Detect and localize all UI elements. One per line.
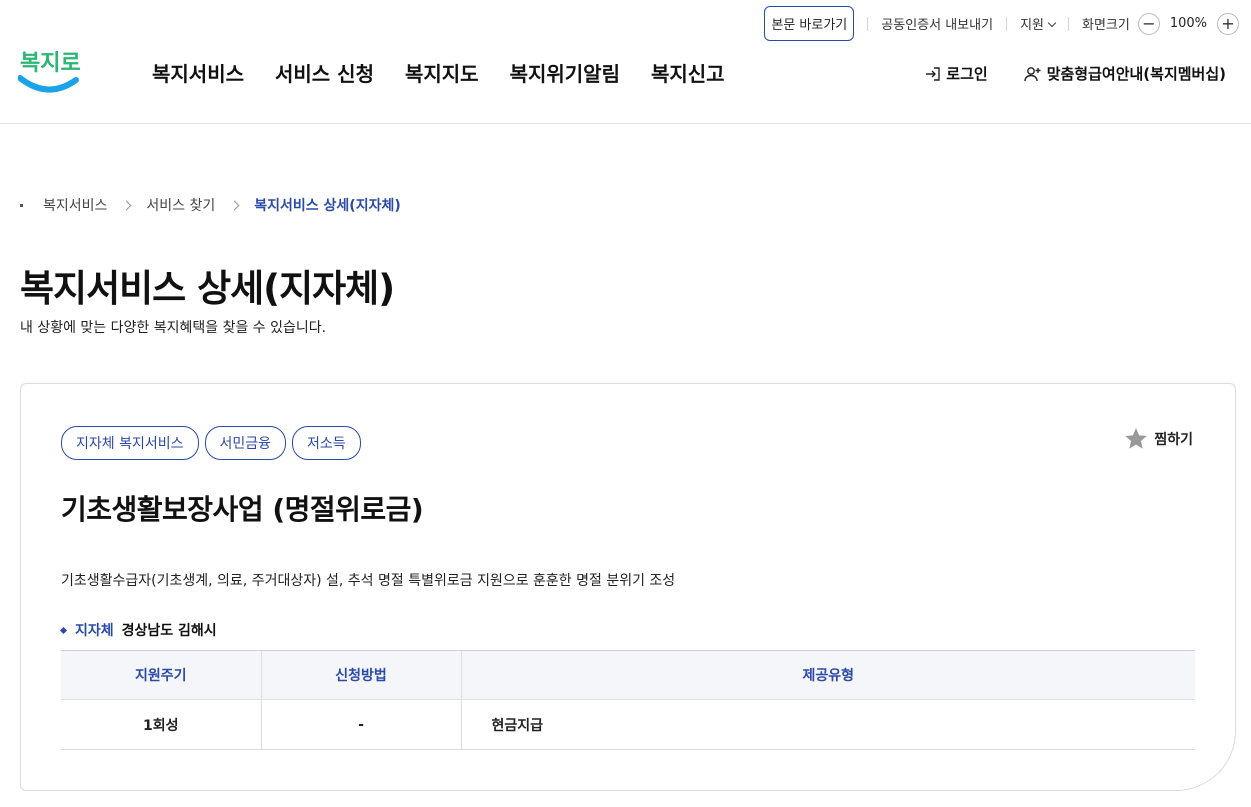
divider — [1067, 16, 1069, 31]
table-header-method: 신청방법 — [260, 650, 461, 700]
membership-label: 맞춤형급여안내(복지멤버십) — [1046, 65, 1226, 83]
diamond-bullet-icon — [59, 626, 68, 634]
support-label: 지원 — [1020, 18, 1044, 33]
nav-service-apply[interactable]: 서비스 신청 — [275, 58, 374, 87]
login-link[interactable]: 로그인 — [925, 63, 988, 84]
nav-welfare-services[interactable]: 복지서비스 — [152, 58, 244, 87]
user-add-icon — [1023, 66, 1041, 81]
zoom-out-button[interactable]: − — [1137, 12, 1160, 35]
zoom-value: 100% — [1169, 16, 1207, 31]
service-description: 기초생활수급자(기초생계, 의료, 주거대상자) 설, 추석 명절 특별위로금 … — [61, 573, 676, 589]
table-header-row: 지원주기 신청방법 제공유형 — [61, 650, 1195, 700]
region-value: 경상남도 김해시 — [121, 623, 217, 639]
favorite-button[interactable]: 찜하기 — [1123, 426, 1193, 452]
service-tags: 지자체 복지서비스 서민금융 저소득 — [61, 426, 361, 460]
cell-type: 현금지급 — [460, 699, 1195, 750]
divider — [1006, 16, 1008, 31]
chevron-right-icon — [121, 200, 132, 210]
table-row: 1회성 - 현금지급 — [61, 699, 1195, 750]
breadcrumb: 복지서비스 서비스 찾기 복지서비스 상세(지자체) — [20, 195, 401, 215]
chevron-down-icon — [1047, 18, 1057, 28]
home-bullet-icon — [20, 203, 23, 207]
table-header-type: 제공유형 — [460, 650, 1195, 700]
breadcrumb-current: 복지서비스 상세(지자체) — [254, 198, 401, 214]
service-info-table: 지원주기 신청방법 제공유형 1회성 - 현금지급 — [61, 650, 1195, 750]
nav-welfare-report[interactable]: 복지신고 — [651, 58, 725, 87]
zoom-in-button[interactable]: + — [1217, 12, 1239, 35]
site-header: 본문 바로가기 공동인증서 내보내기 지원 화면크기 − 100% + 복지로 … — [0, 0, 1251, 124]
tag-low-income[interactable]: 저소득 — [292, 426, 361, 460]
support-dropdown[interactable]: 지원 — [1020, 14, 1057, 33]
region-info: 지자체 경상남도 김해시 — [59, 620, 217, 640]
page-title: 복지서비스 상세(지자체) — [20, 267, 395, 310]
tag-local-welfare[interactable]: 지자체 복지서비스 — [61, 426, 199, 460]
nav-welfare-map[interactable]: 복지지도 — [405, 58, 479, 87]
login-label: 로그인 — [946, 65, 988, 83]
bokjiro-logo[interactable]: 복지로 — [17, 40, 81, 98]
divider — [867, 16, 869, 31]
favorite-label: 찜하기 — [1154, 432, 1193, 448]
breadcrumb-welfare-services[interactable]: 복지서비스 — [43, 195, 107, 215]
star-icon — [1125, 428, 1148, 449]
service-card: 지자체 복지서비스 서민금융 저소득 찜하기 기초생활보장사업 (명절위로금) … — [20, 383, 1236, 791]
cell-method: - — [260, 699, 461, 750]
cert-export-link[interactable]: 공동인증서 내보내기 — [881, 14, 993, 33]
page-description: 내 상황에 맞는 다양한 복지혜택을 찾을 수 있습니다. — [20, 320, 327, 336]
table-header-cycle: 지원주기 — [61, 650, 261, 700]
logo-text: 복지로 — [20, 51, 80, 76]
login-icon — [926, 66, 940, 81]
region-label: 지자체 — [75, 623, 114, 639]
main-nav: 복지서비스 서비스 신청 복지지도 복지위기알림 복지신고 — [152, 58, 725, 87]
membership-link[interactable]: 맞춤형급여안내(복지멤버십) — [1023, 63, 1226, 84]
service-title: 기초생활보장사업 (명절위로금) — [61, 493, 424, 526]
breadcrumb-service-search[interactable]: 서비스 찾기 — [146, 195, 215, 215]
chevron-right-icon — [229, 200, 240, 210]
member-menu: 로그인 맞춤형급여안내(복지멤버십) — [925, 63, 1226, 84]
zoom-label: 화면크기 — [1081, 18, 1130, 33]
tag-low-income-finance[interactable]: 서민금융 — [204, 426, 287, 460]
utility-bar: 본문 바로가기 공동인증서 내보내기 지원 화면크기 − 100% + — [764, 6, 1239, 41]
nav-crisis-alert[interactable]: 복지위기알림 — [510, 58, 620, 87]
cell-cycle: 1회성 — [61, 699, 261, 750]
skip-to-content-link[interactable]: 본문 바로가기 — [764, 6, 855, 41]
